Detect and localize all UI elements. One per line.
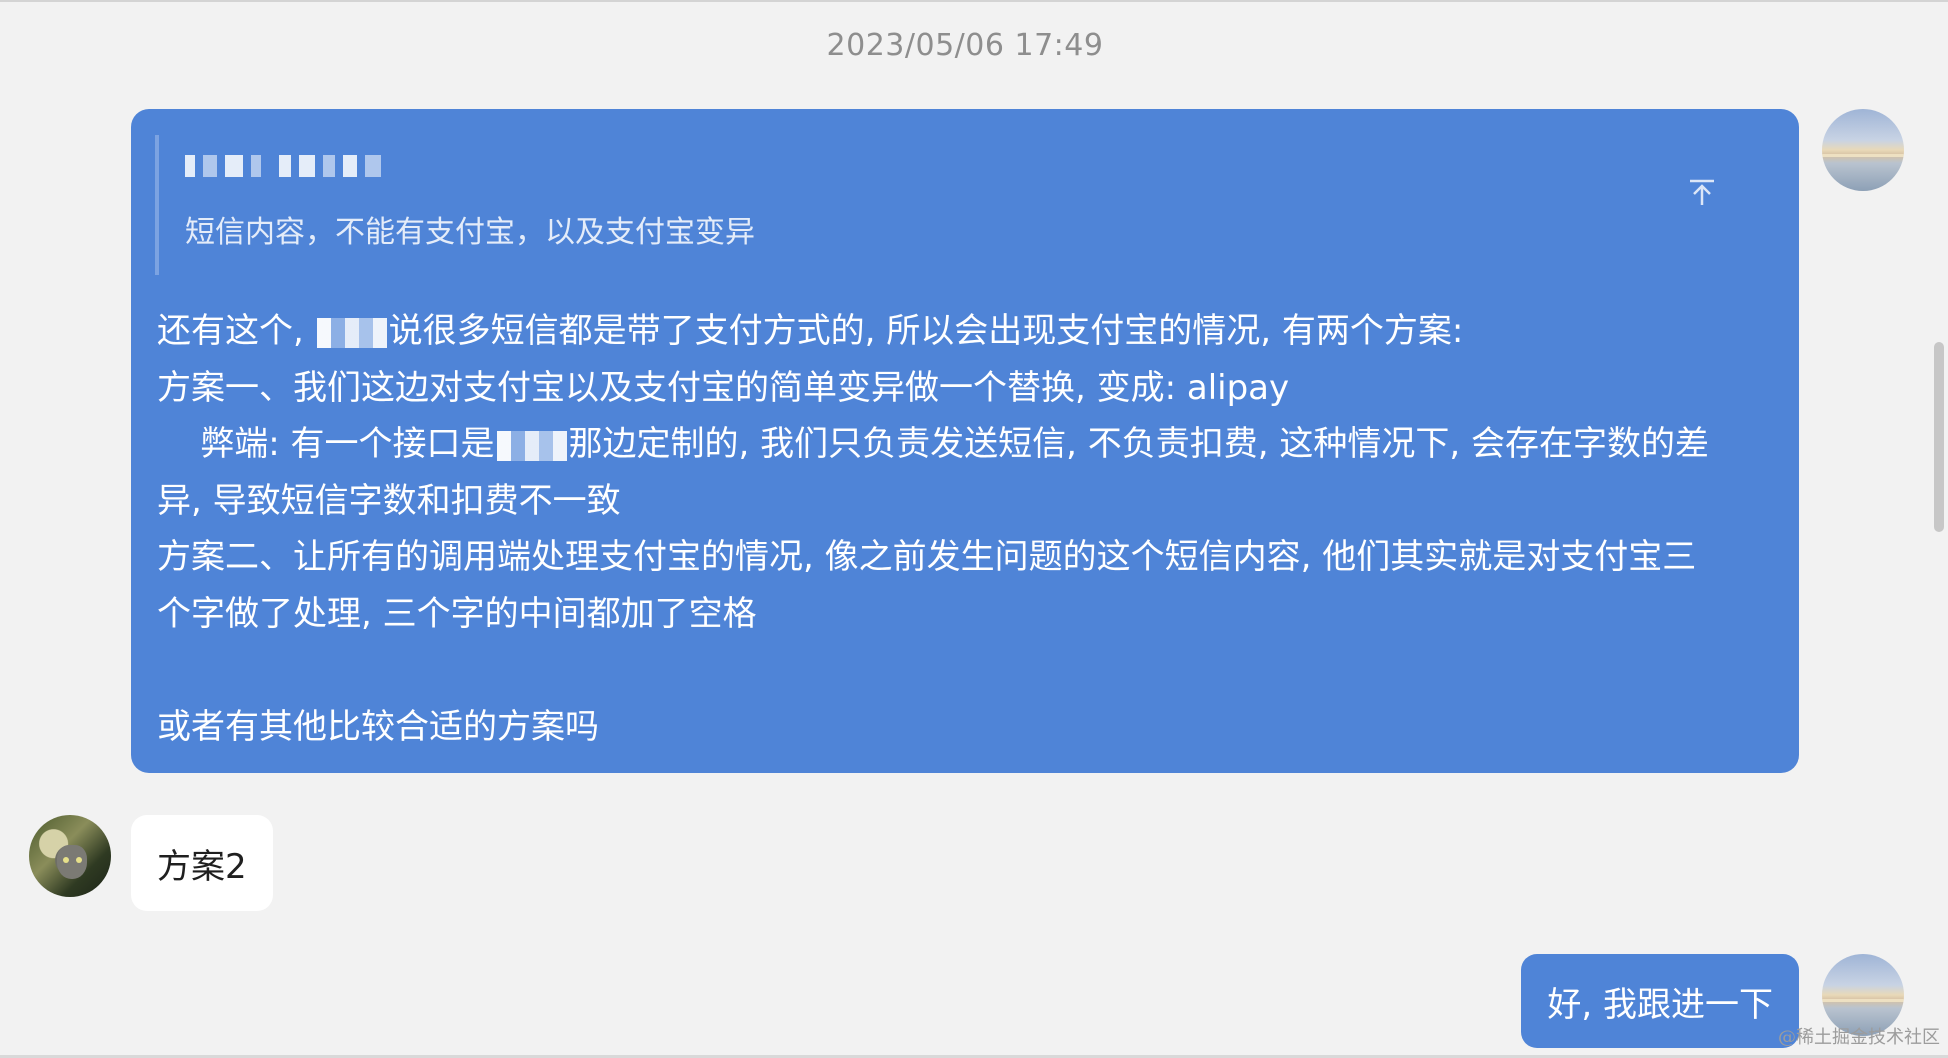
message-line: 个字做了处理, 三个字的中间都加了空格 — [157, 593, 757, 634]
incoming-message-bubble[interactable]: 方案2 — [131, 815, 273, 911]
message-body: 还有这个, 说很多短信都是带了支付方式的, 所以会出现支付宝的情况, 有两个方案… — [157, 303, 1777, 755]
message-line: 方案二、让所有的调用端处理支付宝的情况, 像之前发生问题的这个短信内容, 他们其… — [157, 537, 1697, 577]
watermark: @稀土掘金技术社区 — [1778, 1027, 1940, 1048]
contact-avatar[interactable] — [29, 815, 111, 897]
redacted-name — [316, 317, 387, 348]
quoted-text: 短信内容，不能有支付宝，以及支付宝变异 — [185, 215, 755, 250]
quoted-message[interactable]: 短信内容，不能有支付宝，以及支付宝变异 — [155, 135, 1769, 275]
redacted-name — [496, 430, 567, 461]
message-line: 弊端: 有一个接口是 那边定制的, 我们只负责发送短信, 不负责扣费, 这种情况下… — [157, 424, 1709, 464]
quoted-author-redacted — [185, 155, 381, 177]
self-avatar[interactable] — [1822, 109, 1904, 191]
scrollbar[interactable] — [1934, 342, 1944, 532]
message-line: 方案一、我们这边对支付宝以及支付宝的简单变异做一个替换, 变成: alipay — [157, 367, 1290, 408]
message-timestamp: 2023/05/06 17:49 — [826, 28, 1104, 63]
chat-window: 2023/05/06 17:49 短信内容，不能有支付宝，以及支付宝变异 还有这… — [0, 0, 1948, 1058]
message-line: 异, 导致短信字数和扣费不一致 — [157, 480, 621, 521]
outgoing-message-bubble[interactable]: 短信内容，不能有支付宝，以及支付宝变异 还有这个, 说很多短信都是带了支付方式的… — [131, 109, 1799, 773]
message-line: 还有这个, 说很多短信都是带了支付方式的, 所以会出现支付宝的情况, 有两个方案… — [157, 311, 1464, 351]
pin-to-top-icon[interactable] — [1687, 177, 1717, 207]
message-line: 或者有其他比较合适的方案吗 — [157, 706, 599, 747]
outgoing-reply-bubble[interactable]: 好, 我跟进一下 — [1521, 954, 1799, 1048]
